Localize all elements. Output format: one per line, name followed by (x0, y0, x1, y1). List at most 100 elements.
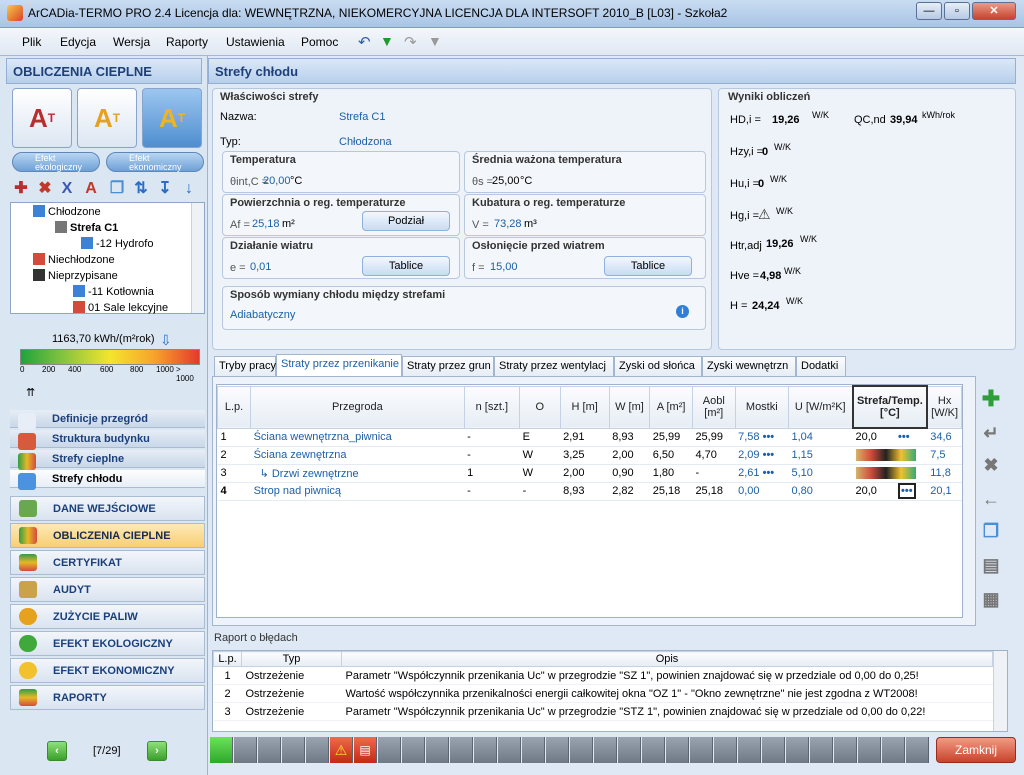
cell-przegroda[interactable]: Strop nad piwnicą (250, 482, 465, 501)
tree-scrollbar[interactable] (191, 203, 204, 313)
nav-dane-wejsciowe[interactable]: DANE WEJŚCIOWE (10, 496, 205, 521)
add-row-icon[interactable]: ✚ (980, 388, 1002, 410)
menu-plik[interactable]: Plik (22, 35, 41, 49)
module-button-1[interactable]: AT (12, 88, 72, 148)
info-icon[interactable]: i (676, 305, 689, 318)
tree-node-kotlownia[interactable]: -11 Kotłownia (73, 285, 154, 298)
insert-row-icon[interactable]: ↵ (980, 422, 1002, 444)
report-col-typ[interactable]: Typ (241, 651, 342, 667)
tree-node-strefa-c1[interactable]: Strefa C1 (55, 221, 118, 234)
cell-u[interactable]: 1,04 (788, 428, 853, 447)
more-icon[interactable]: ••• (763, 449, 775, 461)
tab-zyski-wewnetrzne[interactable]: Zyski wewnętrzn (702, 356, 796, 376)
col-hx[interactable]: Hx [W/K] (926, 385, 963, 429)
cell-mostki[interactable]: 0,00 (735, 482, 789, 501)
cell-n[interactable]: - (464, 428, 520, 447)
cell-przegroda[interactable]: ↳ Drzwi zewnętrzne (250, 464, 465, 483)
nav-zuzycie-paliw[interactable]: ZUŻYCIE PALIW (10, 604, 205, 629)
menu-edycja[interactable]: Edycja (60, 35, 96, 49)
eco-effect-button[interactable]: Efekt ekologiczny (12, 152, 100, 172)
delete-icon[interactable]: ✖ (36, 180, 54, 198)
undo-icon[interactable]: ↶ (358, 33, 371, 51)
cell-w[interactable]: 8,93 (609, 428, 650, 447)
report-col-lp[interactable]: L.p. (213, 651, 242, 667)
cell-o[interactable]: E (519, 428, 561, 447)
tab-straty-grunt[interactable]: Straty przez grun (402, 356, 494, 376)
tree-node-niechlodzone[interactable]: Niechłodzone (33, 253, 115, 266)
report-scrollbar[interactable] (993, 651, 1007, 731)
table-row[interactable]: 4 Strop nad piwnicą - - 8,93 2,82 25,18 … (217, 482, 962, 501)
cell-mostki[interactable]: 2,09 ••• (735, 446, 789, 465)
type-value[interactable]: Chłodzona (339, 136, 392, 148)
redo-icon[interactable]: ↷ (404, 33, 417, 51)
more-icon[interactable]: ••• (898, 431, 910, 443)
col-o[interactable]: O (519, 385, 561, 429)
cell-o[interactable]: W (519, 464, 561, 483)
tree-node-nieprzypisane[interactable]: Nieprzypisane (33, 269, 118, 282)
nav-obliczenia-cieplne[interactable]: OBLICZENIA CIEPLNE (10, 523, 205, 548)
col-aobl[interactable]: Aobl [m²] (691, 385, 736, 429)
cell-przegroda[interactable]: Ściana wewnętrzna_piwnica (250, 428, 465, 447)
cell-n[interactable]: 1 (464, 464, 520, 483)
cell-mostki[interactable]: 2,61 ••• (735, 464, 789, 483)
tab-zyski-slonce[interactable]: Zyski od słońca (614, 356, 702, 376)
warning-status-icon[interactable]: ⚠ (330, 737, 353, 763)
nav-efekt-ekologiczny[interactable]: EFEKT EKOLOGICZNY (10, 631, 205, 656)
add-icon[interactable]: ✚ (12, 180, 30, 198)
cell-n[interactable]: - (464, 446, 520, 465)
cell-u[interactable]: 1,15 (788, 446, 853, 465)
cell-h[interactable]: 2,91 (560, 428, 610, 447)
zamknij-button[interactable]: Zamknij (936, 737, 1016, 763)
cell-h[interactable]: 2,00 (560, 464, 610, 483)
shield-value[interactable]: 15,00 (490, 261, 518, 273)
menu-raporty[interactable]: Raporty (166, 35, 208, 49)
add-a-icon[interactable]: A (82, 180, 100, 198)
col-u[interactable]: U [W/m²K] (787, 385, 854, 429)
nav-raporty[interactable]: RAPORTY (10, 685, 205, 710)
cell-strefa[interactable]: 20,0 ••• (852, 482, 928, 501)
menu-wersja[interactable]: Wersja (113, 35, 150, 49)
module-button-pro[interactable]: AT (142, 88, 202, 148)
col-mostki[interactable]: Mostki (734, 385, 789, 429)
cell-w[interactable]: 2,82 (609, 482, 650, 501)
tree-node-chlodzone[interactable]: Chłodzone (33, 205, 101, 218)
menu-ustawienia[interactable]: Ustawienia (226, 35, 285, 49)
subnav-strefy-cieplne[interactable]: Strefy cieplne (10, 450, 205, 470)
add-x-icon[interactable]: X (58, 180, 76, 198)
col-strefa[interactable]: Strefa/Temp. [°C] (851, 385, 929, 429)
close-window-button[interactable]: ✕ (972, 2, 1016, 20)
tab-straty-przenikanie[interactable]: Straty przez przenikanie (276, 354, 402, 376)
copy-row-icon[interactable]: ❐ (980, 520, 1002, 542)
col-przegroda[interactable]: Przegroda (250, 385, 465, 429)
cell-u[interactable]: 0,80 (788, 482, 853, 501)
economic-effect-button[interactable]: Efekt ekonomiczny (106, 152, 204, 172)
wind-tables-button[interactable]: Tablice (362, 256, 450, 276)
nav-certyfikat[interactable]: CERTYFIKAT (10, 550, 205, 575)
cell-strefa[interactable]: 20,0 ••• (852, 428, 928, 447)
tree-node-hydrofor[interactable]: -12 Hydrofo (81, 237, 153, 250)
document-status-icon[interactable]: ▤ (354, 737, 377, 763)
cell-w[interactable]: 0,90 (609, 464, 650, 483)
table-row[interactable]: 1 Ściana wewnętrzna_piwnica - E 2,91 8,9… (217, 428, 962, 447)
wind-value[interactable]: 0,01 (250, 261, 271, 273)
col-lp[interactable]: L.p. (216, 385, 252, 429)
cell-h[interactable]: 3,25 (560, 446, 610, 465)
tree-node-sale[interactable]: 01 Sale lekcyjne (73, 301, 168, 314)
col-a[interactable]: A [m²] (649, 385, 693, 429)
more-icon[interactable]: ••• (763, 467, 775, 479)
sort-az-icon[interactable]: ↓ (180, 180, 198, 198)
tab-tryby-pracy[interactable]: Tryby pracy (214, 356, 276, 376)
next-page-button[interactable]: › (147, 741, 167, 761)
delete-row-icon[interactable]: ✖ (980, 454, 1002, 476)
cell-o[interactable]: - (519, 482, 561, 501)
more-icon[interactable]: ••• (763, 431, 775, 443)
cell-w[interactable]: 2,00 (609, 446, 650, 465)
nav-audyt[interactable]: AUDYT (10, 577, 205, 602)
cell-h[interactable]: 8,93 (560, 482, 610, 501)
calculator-icon[interactable]: ▦ (980, 588, 1002, 610)
shield-tables-button[interactable]: Tablice (604, 256, 692, 276)
cell-przegroda[interactable]: Ściana zewnętrzna (250, 446, 465, 465)
cell-n[interactable]: - (464, 482, 520, 501)
tab-straty-wentylacja[interactable]: Straty przez wentylacj (494, 356, 614, 376)
arrow-down-disabled-icon[interactable]: ▼ (428, 33, 442, 49)
